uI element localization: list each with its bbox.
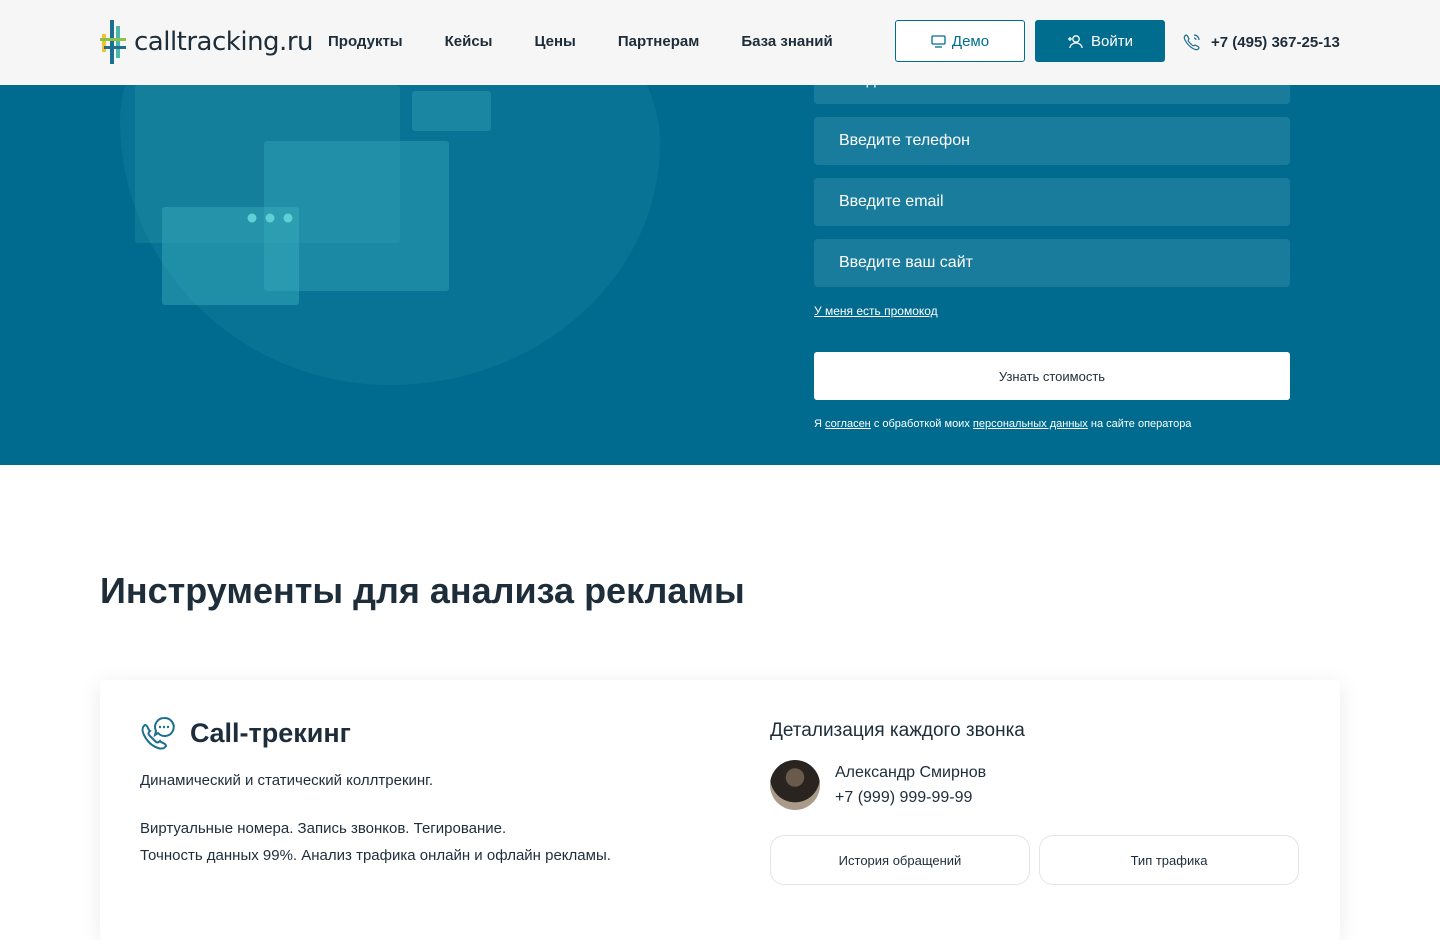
caller-phone: +7 (999) 999-99-99	[835, 789, 973, 806]
phone-number: +7 (495) 367-25-13	[1211, 33, 1340, 51]
detail-title: Детализация каждого звонка	[770, 720, 1025, 741]
hero-form-section: Введите имя Введите телефон Введите emai…	[0, 85, 1440, 465]
history-pill[interactable]: История обращений	[770, 835, 1030, 885]
consent-agree-link[interactable]: согласен	[825, 418, 871, 430]
website-field[interactable]: Введите ваш сайт	[814, 239, 1290, 287]
call-chat-icon	[141, 716, 175, 750]
name-field[interactable]: Введите имя	[814, 85, 1290, 104]
login-label: Войти	[1091, 32, 1133, 50]
section-title: Инструменты для анализа рекламы	[100, 570, 745, 611]
monitor-icon	[931, 34, 946, 48]
nav-item-partners[interactable]: Партнерам	[618, 33, 699, 50]
personal-data-link[interactable]: персональных данных	[973, 418, 1088, 430]
card-description: Динамический и статический коллтрекинг.	[140, 772, 433, 789]
logo-mark-icon	[100, 20, 126, 64]
nav-item-products[interactable]: Продукты	[328, 33, 403, 50]
nav-item-prices[interactable]: Цены	[535, 33, 576, 50]
main-nav: Продукты Кейсы Цены Партнерам База знани…	[328, 33, 875, 50]
get-price-button[interactable]: Узнать стоимость	[814, 352, 1290, 400]
nav-item-knowledge-base[interactable]: База знаний	[741, 33, 832, 50]
consent-middle: с обработкой моих	[873, 418, 970, 430]
caller-name: Александр Смирнов	[835, 764, 987, 781]
phone-icon	[1183, 34, 1200, 51]
site-header: calltracking.ru Продукты Кейсы Цены Парт…	[0, 0, 1440, 85]
login-button[interactable]: Войти	[1035, 20, 1165, 62]
logo[interactable]: calltracking.ru	[100, 20, 313, 64]
card-accuracy: Точность данных 99%. Анализ трафика онла…	[140, 847, 611, 864]
illustration-dots-icon	[247, 213, 293, 223]
consent-prefix: Я	[814, 418, 822, 430]
email-field[interactable]: Введите email	[814, 178, 1290, 226]
logo-text: calltracking.ru	[134, 27, 313, 57]
demo-label: Демо	[951, 32, 990, 50]
traffic-type-pill[interactable]: Тип трафика	[1039, 835, 1299, 885]
consent-suffix: на сайте оператора	[1090, 418, 1192, 430]
phone-field[interactable]: Введите телефон	[814, 117, 1290, 165]
avatar	[770, 760, 820, 810]
card-features: Виртуальные номера. Запись звонков. Теги…	[140, 820, 507, 837]
user-plus-icon	[1068, 34, 1083, 48]
card-title: Call-трекинг	[190, 718, 351, 748]
nav-item-cases[interactable]: Кейсы	[445, 33, 493, 50]
header-phone[interactable]: +7 (495) 367-25-13	[1183, 33, 1340, 51]
demo-button[interactable]: Демо	[895, 20, 1025, 62]
consent-text: Я согласен с обработкой моих персональны…	[814, 418, 1191, 430]
promo-code-link[interactable]: У меня есть промокод	[814, 304, 938, 318]
call-tracking-card: Call-трекинг Динамический и статический …	[100, 680, 1340, 940]
illustration-pane-small	[412, 91, 491, 131]
